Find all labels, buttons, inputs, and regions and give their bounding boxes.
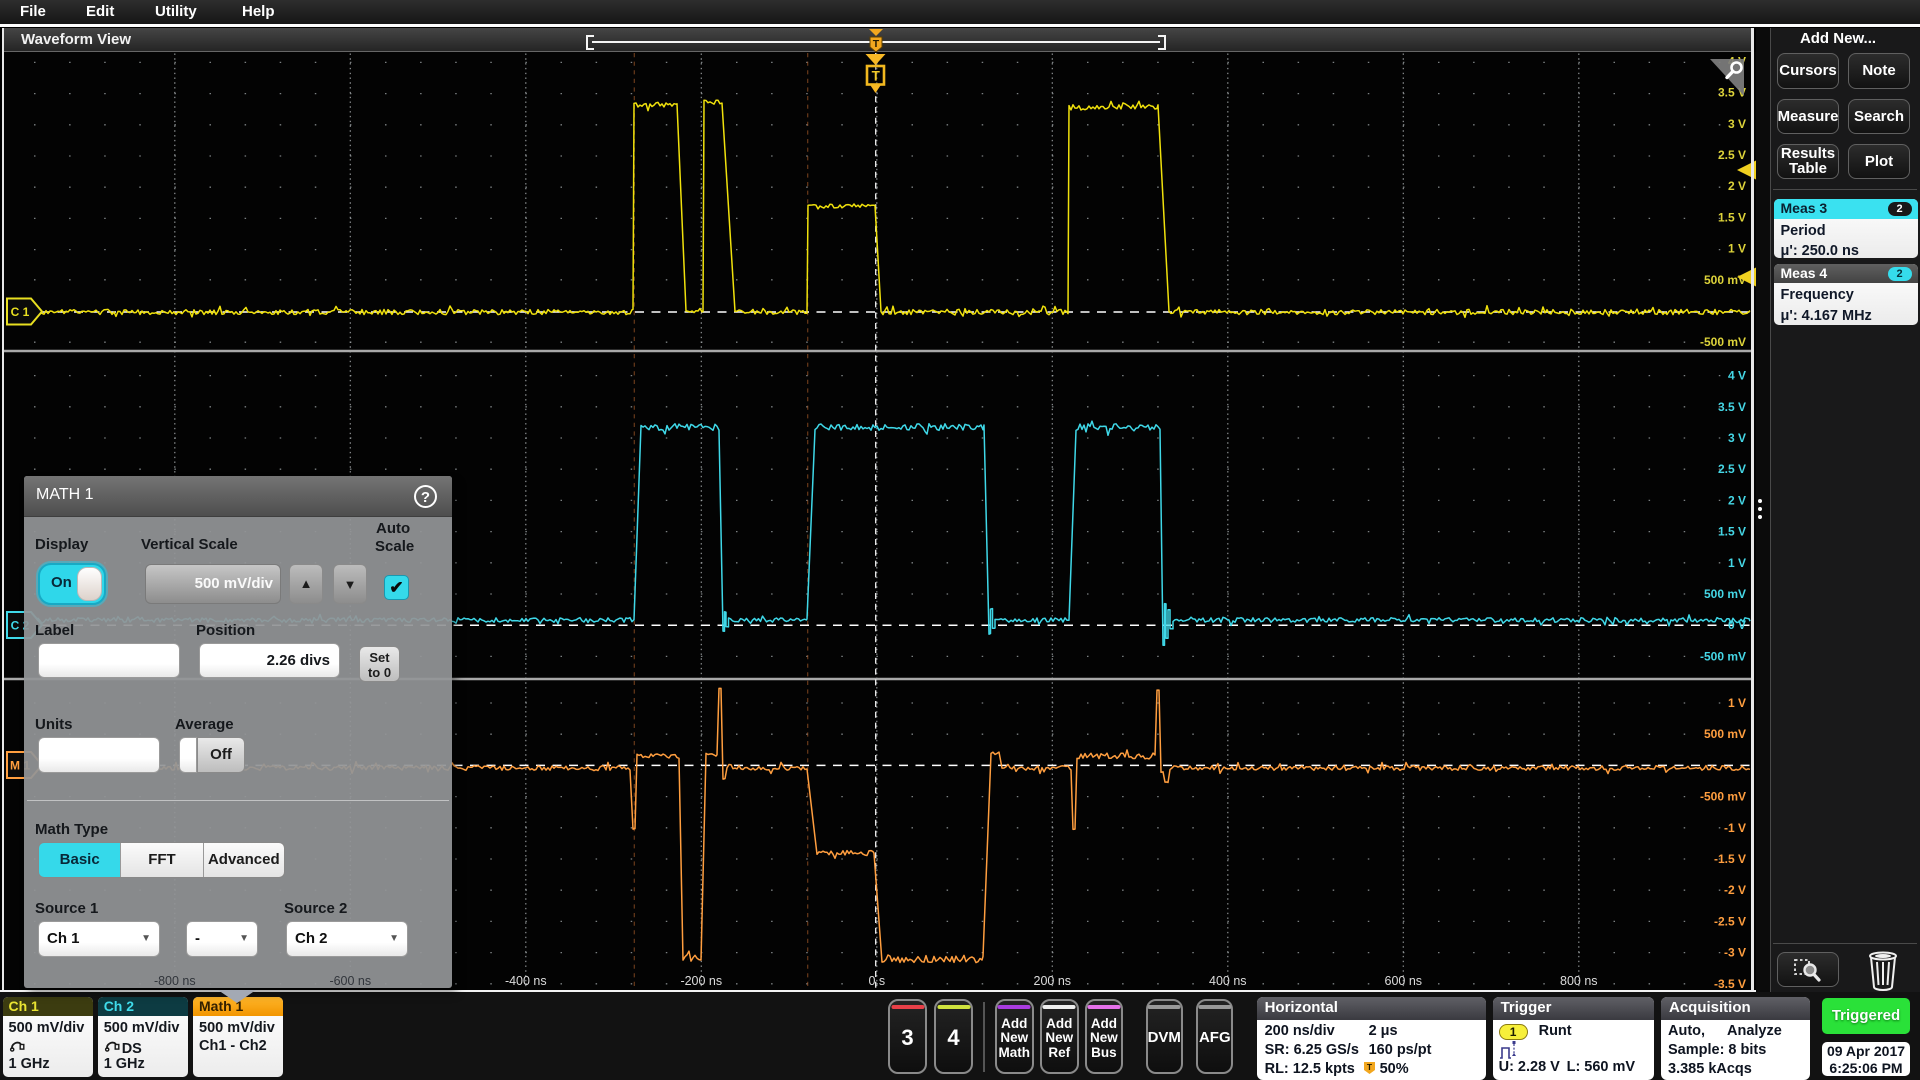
svg-text:3 V: 3 V (1728, 117, 1746, 131)
svg-text:-200 ns: -200 ns (680, 974, 722, 988)
svg-text:600 ns: 600 ns (1385, 974, 1423, 988)
svg-text:3 V: 3 V (1728, 431, 1746, 445)
svg-text:T: T (872, 69, 881, 84)
svg-text:-500 mV: -500 mV (1700, 649, 1746, 663)
svg-text:-2 V: -2 V (1724, 883, 1746, 897)
svg-text:200 ns: 200 ns (1034, 974, 1072, 988)
svg-text:C 1: C 1 (11, 305, 30, 319)
svg-text:500 mV: 500 mV (1704, 273, 1746, 287)
svg-text:T: T (873, 38, 880, 50)
svg-text:1 V: 1 V (1728, 696, 1746, 710)
svg-text:-400 ns: -400 ns (505, 974, 547, 988)
svg-text:-1.5 V: -1.5 V (1714, 852, 1746, 866)
svg-text:0 V: 0 V (1728, 618, 1746, 632)
svg-text:-500 mV: -500 mV (1700, 790, 1746, 804)
svg-text:-1 V: -1 V (1724, 821, 1746, 835)
svg-text:2 V: 2 V (1728, 179, 1746, 193)
svg-text:2.5 V: 2.5 V (1718, 462, 1746, 476)
svg-text:-2.5 V: -2.5 V (1714, 914, 1746, 928)
svg-text:2 V: 2 V (1728, 493, 1746, 507)
svg-text:T: T (1366, 1062, 1372, 1072)
svg-text:400 ns: 400 ns (1209, 974, 1247, 988)
svg-text:-3 V: -3 V (1724, 946, 1746, 960)
svg-text:2.5 V: 2.5 V (1718, 148, 1746, 162)
svg-text:1 V: 1 V (1728, 556, 1746, 570)
svg-text:1.5 V: 1.5 V (1718, 210, 1746, 224)
svg-text:3.5 V: 3.5 V (1718, 400, 1746, 414)
svg-text:500 mV: 500 mV (1704, 587, 1746, 601)
svg-text:0 s: 0 s (868, 974, 885, 988)
svg-text:1.5 V: 1.5 V (1718, 525, 1746, 539)
svg-text:4 V: 4 V (1728, 369, 1746, 383)
svg-text:-500 mV: -500 mV (1700, 335, 1746, 349)
svg-text:-3.5 V: -3.5 V (1714, 977, 1746, 990)
svg-text:800 ns: 800 ns (1560, 974, 1598, 988)
svg-text:1 V: 1 V (1728, 242, 1746, 256)
svg-text:500 mV: 500 mV (1704, 727, 1746, 741)
